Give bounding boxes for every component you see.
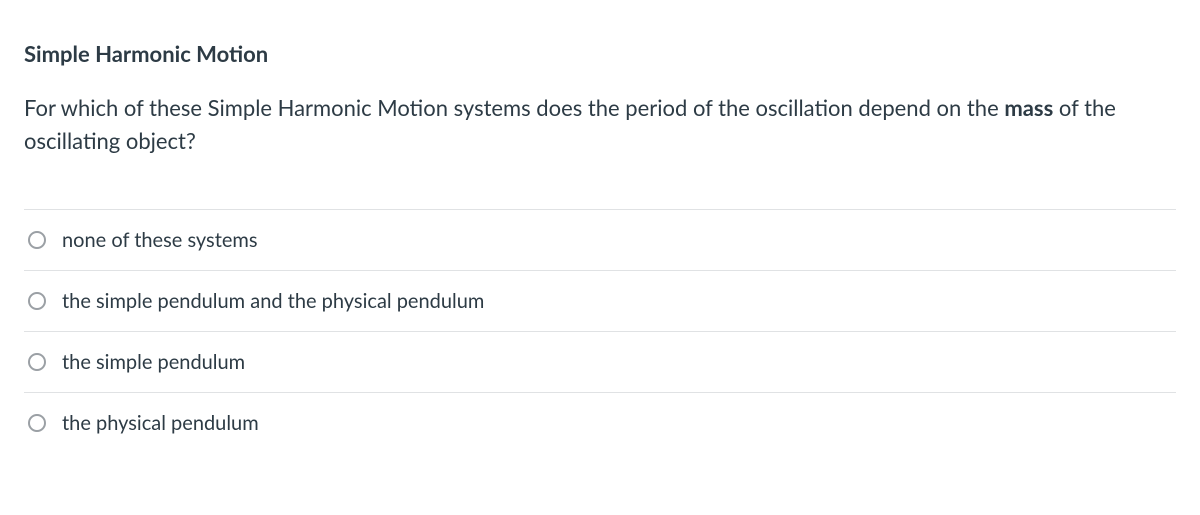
radio-icon[interactable]: [28, 292, 46, 310]
option-row[interactable]: none of these systems: [24, 210, 1176, 271]
radio-icon[interactable]: [28, 414, 46, 432]
options-list: none of these systems the simple pendulu…: [24, 209, 1176, 453]
radio-icon[interactable]: [28, 353, 46, 371]
question-text: For which of these Simple Harmonic Motio…: [24, 91, 1176, 157]
option-label: the physical pendulum: [62, 411, 259, 435]
question-text-before: For which of these Simple Harmonic Motio…: [24, 94, 1004, 121]
question-text-bold: mass: [1004, 94, 1053, 121]
option-row[interactable]: the simple pendulum: [24, 332, 1176, 393]
option-row[interactable]: the physical pendulum: [24, 393, 1176, 453]
question-title: Simple Harmonic Motion: [24, 40, 1176, 67]
option-label: none of these systems: [62, 228, 258, 252]
option-row[interactable]: the simple pendulum and the physical pen…: [24, 271, 1176, 332]
radio-icon[interactable]: [28, 231, 46, 249]
option-label: the simple pendulum and the physical pen…: [62, 289, 484, 313]
option-label: the simple pendulum: [62, 350, 245, 374]
